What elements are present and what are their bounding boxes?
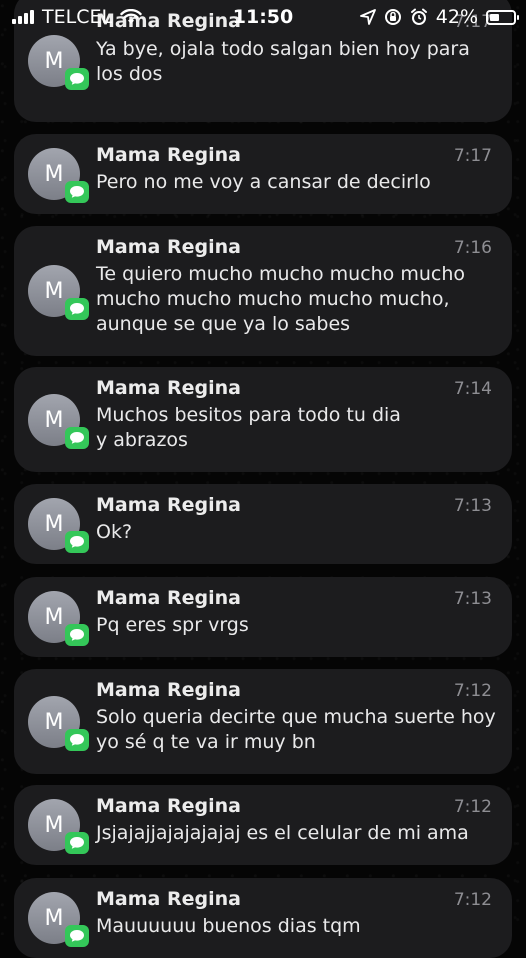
messages-app-icon: [65, 181, 89, 203]
notification-sender: Mama Regina: [96, 236, 241, 258]
messages-app-icon: [65, 68, 89, 90]
battery-percentage: 42%: [435, 6, 478, 28]
battery-icon: [486, 9, 519, 25]
notification-sender: Mama Regina: [96, 494, 241, 516]
notification-message: Mauuuuuu buenos dias tqm: [96, 915, 361, 937]
notification-time: 7:12: [453, 681, 492, 701]
notification-card[interactable]: M Mama Regina 7:12 Jsjajajjajajajajaj es el…: [14, 785, 512, 865]
notification-sender: Mama Regina: [96, 888, 241, 910]
alarm-icon: [410, 8, 427, 25]
notification-card[interactable]: M Mama Regina 7:16 Te quiero mucho mucho mu…: [14, 226, 512, 356]
location-arrow-icon: [359, 9, 376, 25]
notification-card[interactable]: M Mama Regina 7:14 Muchos besitos para todo…: [14, 367, 512, 472]
notification-sender: Mama Regina: [96, 377, 241, 399]
notification-time: 7:13: [453, 589, 492, 609]
notification-sender: Mama Regina: [96, 795, 241, 817]
messages-app-icon: [65, 624, 89, 646]
notification-card[interactable]: M Mama Regina 7:13 Ok?: [14, 484, 512, 564]
notification-sender: Mama Regina: [96, 144, 241, 166]
messages-app-icon: [65, 427, 89, 449]
notification-message: Pq eres spr vrgs: [96, 614, 249, 636]
messages-app-icon: [65, 832, 89, 854]
notification-message: Te quiero mucho mucho mucho mucho mucho …: [96, 263, 466, 335]
notification-message: Pero no me voy a cansar de decirlo: [96, 171, 431, 193]
notification-card[interactable]: M Mama Regina 7:17 Pero no me voy a cansar …: [14, 134, 512, 214]
notification-message: Solo queria decirte que mucha suerte hoy…: [96, 706, 496, 753]
notification-time: 7:17: [453, 146, 492, 166]
messages-app-icon: [65, 298, 89, 320]
notification-time: 7:16: [453, 238, 492, 258]
notification-time: 7:14: [453, 379, 492, 399]
notification-sender: Mama Regina: [96, 587, 241, 609]
messages-app-icon: [65, 925, 89, 947]
messages-app-icon: [65, 531, 89, 553]
notification-time: 7:12: [453, 797, 492, 817]
notification-sender: Mama Regina: [96, 679, 241, 701]
rotation-lock-icon: [384, 9, 401, 25]
notification-message: Ok?: [96, 521, 133, 543]
notification-message: Muchos besitos para todo tu dia y abrazo…: [96, 404, 401, 451]
notification-card[interactable]: M Mama Regina 7:12 Solo queria decirte que …: [14, 669, 512, 774]
notification-message: Jsjajajjajajajajaj es el celular de mi a…: [96, 822, 469, 844]
notification-time: 7:13: [453, 496, 492, 516]
notification-message: Ya bye, ojala todo salgan bien hoy para …: [96, 38, 470, 85]
notification-time: 7:12: [453, 890, 492, 910]
notification-card[interactable]: M Mama Regina 7:12 Mauuuuuu buenos dias tqm: [14, 878, 512, 958]
status-bar: TELCEL 11:50 42%: [0, 0, 526, 34]
notification-card[interactable]: M Mama Regina 7:13 Pq eres spr vrgs: [14, 577, 512, 657]
messages-app-icon: [65, 729, 89, 751]
